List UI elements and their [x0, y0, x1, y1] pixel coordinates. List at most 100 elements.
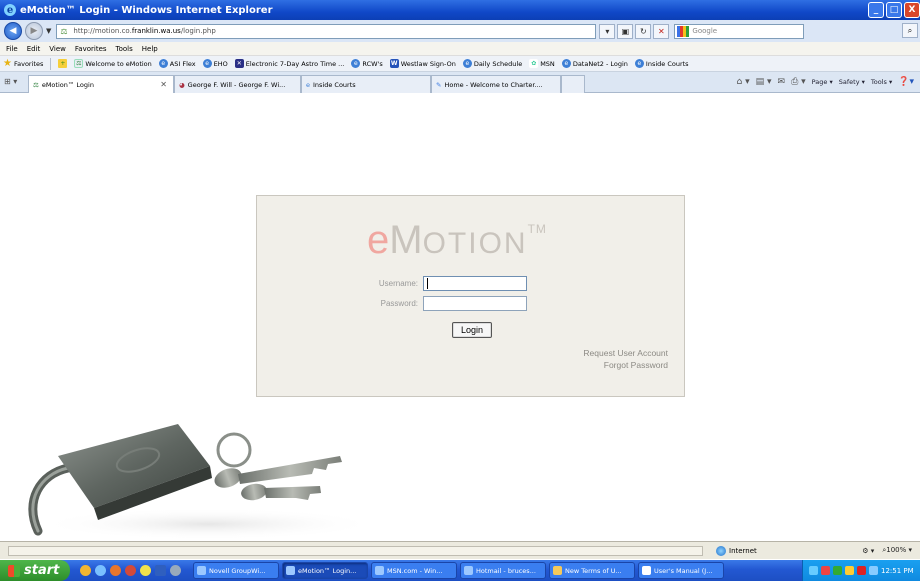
tray-icon[interactable] — [857, 566, 866, 575]
close-button[interactable]: X — [904, 2, 920, 18]
url-dropdown-icon[interactable]: ▾ — [599, 23, 616, 39]
favorite-link-9[interactable]: e Inside Courts — [634, 59, 689, 68]
forward-button[interactable]: ▶ — [25, 22, 43, 40]
favorite-link-6[interactable]: e Daily Schedule — [462, 59, 522, 68]
url-field[interactable]: ⚖ http://motion.co. franklin.wa.us/login.… — [56, 23, 597, 39]
protected-mode-icon[interactable]: ⚙ ▾ — [862, 547, 874, 555]
password-field[interactable] — [423, 296, 527, 311]
firefox-icon[interactable] — [110, 565, 121, 576]
history-dropdown-icon[interactable]: ▼ — [46, 27, 51, 35]
page-icon: ✎ — [436, 80, 442, 89]
refresh-icon[interactable]: ↻ — [635, 23, 652, 39]
stop-icon[interactable]: ✕ — [653, 23, 670, 39]
quick-tabs-icon[interactable]: ⊞ ▾ — [4, 77, 17, 86]
add-favorite-button[interactable]: + — [58, 59, 68, 68]
print-icon[interactable]: ⎙ ▾ — [791, 77, 806, 87]
login-button[interactable]: Login — [452, 322, 492, 338]
close-tab-icon[interactable]: ✕ — [160, 80, 167, 89]
password-label: Password: — [380, 299, 418, 308]
globe-icon — [716, 546, 726, 556]
tray-icon[interactable] — [845, 566, 854, 575]
favorite-link-2[interactable]: e EHO — [202, 59, 228, 68]
favorite-link-1[interactable]: e ASI Flex — [158, 59, 196, 68]
logo-m: M — [389, 218, 423, 262]
home-icon[interactable]: ⌂ ▾ — [737, 77, 750, 87]
ie-icon: e — [351, 59, 361, 68]
minimize-button[interactable]: _ — [868, 2, 884, 18]
logo-otion: OTION — [422, 227, 528, 260]
ie-icon[interactable] — [95, 565, 106, 576]
compatibility-icon[interactable]: ▣ — [617, 23, 634, 39]
favorite-link-8[interactable]: e DataNet2 - Login — [561, 59, 628, 68]
word-icon[interactable] — [155, 565, 166, 576]
favorite-link-0[interactable]: ⚖ Welcome to eMotion — [74, 59, 152, 68]
favorite-link-3[interactable]: ✕ Electronic 7-Day Astro Time ... — [234, 59, 344, 68]
security-zone[interactable]: Internet — [716, 546, 757, 556]
menu-view[interactable]: View — [49, 45, 66, 53]
tray-icon[interactable] — [809, 566, 818, 575]
task-new-terms[interactable]: New Terms of U... — [549, 562, 635, 579]
menu-favorites[interactable]: Favorites — [75, 45, 107, 53]
task-hotmail[interactable]: Hotmail - bruces... — [460, 562, 546, 579]
tray-icon[interactable] — [833, 566, 842, 575]
quicklaunch-icon[interactable] — [140, 565, 151, 576]
emotion-icon: ⚖ — [33, 80, 39, 89]
task-emotion-login[interactable]: eMotion™ Login... — [282, 562, 368, 579]
url-prefix: http://motion.co. — [73, 27, 132, 35]
task-label: eMotion™ Login... — [298, 566, 357, 575]
tray-icon[interactable] — [869, 566, 878, 575]
tab-charter-home[interactable]: ✎ Home - Welcome to Charter.... — [431, 75, 561, 93]
menu-file[interactable]: File — [6, 45, 18, 53]
zoom-control[interactable]: ⌕100% ▾ — [882, 546, 912, 555]
search-input[interactable]: Google — [674, 23, 805, 39]
favorite-link-4[interactable]: e RCW's — [351, 59, 383, 68]
maximize-button[interactable]: □ — [886, 2, 902, 18]
safety-menu[interactable]: Safety ▾ — [839, 78, 865, 86]
favorite-label: EHO — [213, 59, 228, 68]
folder-icon — [553, 566, 562, 575]
status-bar: Internet ⚙ ▾ ⌕100% ▾ — [0, 541, 920, 559]
favorite-label: Welcome to eMotion — [85, 59, 152, 68]
task-users-manual[interactable]: User's Manual (J... — [638, 562, 724, 579]
emotion-icon: ⚖ — [74, 59, 84, 68]
feeds-icon[interactable]: ▤ ▾ — [756, 77, 772, 87]
quicklaunch-icon[interactable] — [170, 565, 181, 576]
start-button[interactable]: start — [0, 560, 70, 581]
quicklaunch-icon[interactable] — [80, 565, 91, 576]
search-placeholder: Google — [692, 27, 718, 35]
task-msn[interactable]: MSN.com - Win... — [371, 562, 457, 579]
window-titlebar[interactable]: e eMotion™ Login - Windows Internet Expl… — [0, 0, 920, 20]
tools-menu[interactable]: Tools ▾ — [871, 78, 892, 86]
new-tab-button[interactable] — [561, 75, 585, 93]
tab-emotion-login[interactable]: ⚖ eMotion™ Login ✕ — [28, 75, 174, 93]
forgot-password-link[interactable]: Forgot Password — [583, 359, 668, 371]
quick-launch — [80, 565, 181, 576]
zoom-area: ⚙ ▾ ⌕100% ▾ — [862, 546, 912, 555]
task-novell-groupwise[interactable]: Novell GroupWi... — [193, 562, 279, 579]
menu-bar: File Edit View Favorites Tools Help — [0, 42, 920, 56]
back-button[interactable]: ◀ — [4, 22, 22, 40]
tab-inside-courts[interactable]: e Inside Courts — [301, 75, 431, 93]
page-icon: ◕ — [179, 80, 185, 89]
system-tray: 12:51 PM — [802, 560, 920, 581]
msn-icon: ✿ — [529, 59, 539, 68]
request-account-link[interactable]: Request User Account — [583, 347, 668, 359]
tab-george-will[interactable]: ◕ George F. Will - George F. Wi... — [174, 75, 301, 93]
logo-e: e — [367, 218, 390, 262]
quicklaunch-icon[interactable] — [125, 565, 136, 576]
page-menu[interactable]: Page ▾ — [812, 78, 833, 86]
clock[interactable]: 12:51 PM — [881, 567, 914, 575]
menu-help[interactable]: Help — [142, 45, 158, 53]
favorites-button[interactable]: ★ Favorites — [3, 58, 43, 69]
westlaw-icon: W — [389, 59, 399, 68]
menu-edit[interactable]: Edit — [27, 45, 41, 53]
menu-tools[interactable]: Tools — [116, 45, 133, 53]
username-field[interactable] — [423, 276, 527, 291]
mail-icon[interactable]: ✉ — [778, 77, 786, 87]
search-icon[interactable]: ⌕ — [902, 23, 918, 38]
tray-icon[interactable] — [821, 566, 830, 575]
favorite-link-7[interactable]: ✿ MSN — [529, 59, 555, 68]
windows-flag-icon — [8, 564, 20, 577]
favorite-link-5[interactable]: W Westlaw Sign-On — [389, 59, 456, 68]
help-icon[interactable]: ❓▾ — [898, 77, 914, 87]
